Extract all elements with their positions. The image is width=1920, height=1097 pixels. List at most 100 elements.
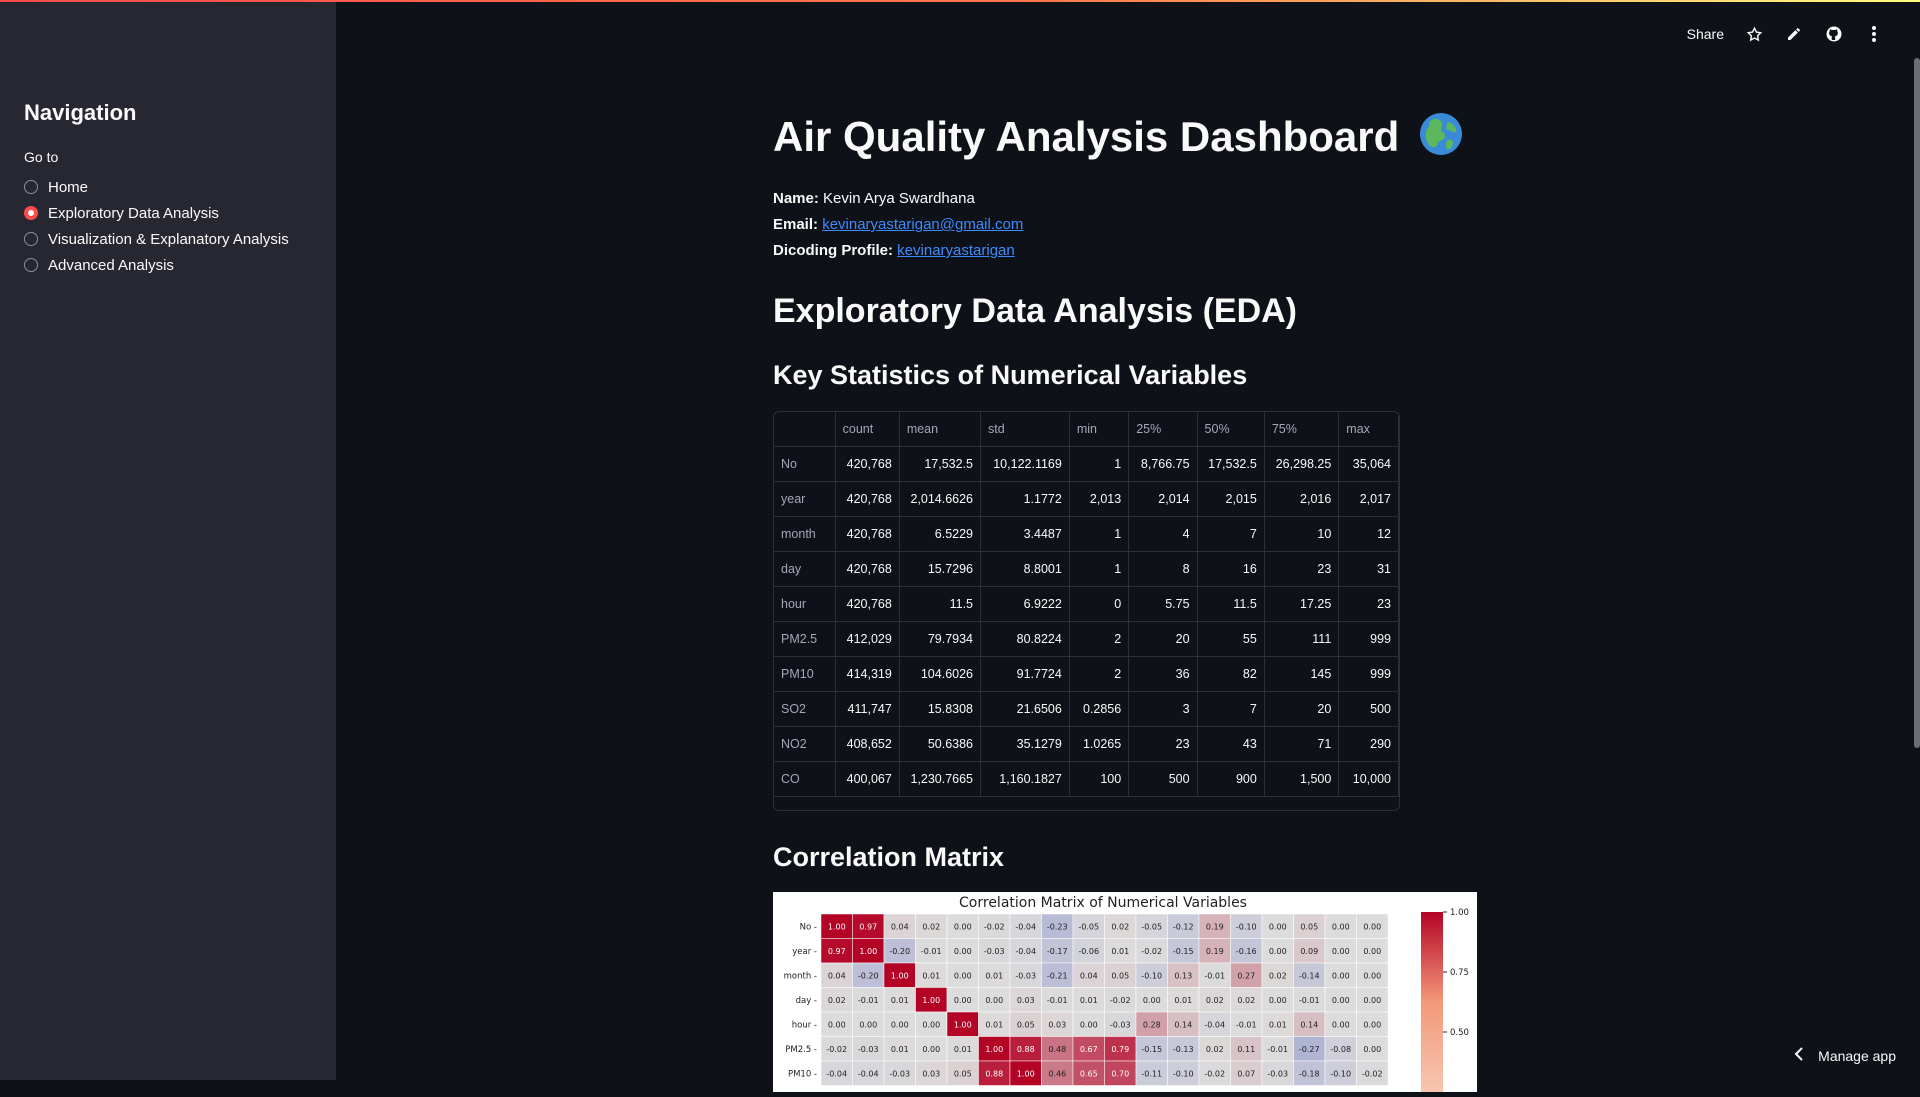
- heatmap-cell-label: -0.20: [858, 971, 879, 980]
- stats-dataframe[interactable]: count mean std min 25% 50% 75% max No 420,768 17,…: [773, 411, 1400, 811]
- radio-option[interactable]: Visualization & Explanatory Analysis: [24, 226, 289, 252]
- table-cell: 21.6506: [980, 691, 1070, 727]
- column-header[interactable]: count: [835, 412, 900, 447]
- table-cell: 2,017: [1338, 481, 1399, 517]
- column-header[interactable]: max: [1338, 412, 1399, 447]
- profile-label: Dicoding Profile:: [773, 242, 893, 259]
- radio-button-icon[interactable]: [24, 180, 38, 194]
- table-cell: 15.7296: [899, 551, 982, 587]
- manage-app-button[interactable]: Manage app: [1794, 1047, 1896, 1064]
- table-cell: 1,230.7665: [899, 761, 982, 797]
- globe-icon: [1419, 112, 1463, 161]
- column-header[interactable]: std: [980, 412, 1070, 447]
- heatmap-cell-label: 0.27: [1237, 971, 1255, 980]
- heatmap-cell-label: -0.17: [1047, 947, 1068, 956]
- table-cell: 15.8308: [899, 691, 982, 727]
- radio-button-icon[interactable]: [24, 206, 38, 220]
- radio-option[interactable]: Exploratory Data Analysis: [24, 200, 289, 226]
- heatmap-cell-label: 0.00: [1363, 1020, 1381, 1029]
- column-header[interactable]: 75%: [1264, 412, 1340, 447]
- table-cell: 80.8224: [980, 621, 1070, 657]
- heatmap-cell-label: -0.02: [1110, 996, 1131, 1005]
- radio-button-icon[interactable]: [24, 258, 38, 272]
- table-header-row: count mean std min 25% 50% 75% max: [774, 412, 1399, 447]
- table-cell: 420,768: [835, 446, 900, 482]
- heatmap-cell-label: 0.00: [1080, 1020, 1098, 1029]
- heatmap-cell-label: -0.03: [1015, 971, 1036, 980]
- email-link[interactable]: kevinaryastarigan@gmail.com: [822, 216, 1023, 233]
- column-header[interactable]: [774, 412, 836, 447]
- column-header[interactable]: min: [1069, 412, 1130, 447]
- column-header[interactable]: 50%: [1197, 412, 1265, 447]
- name-line: Name: Kevin Arya Swardhana: [773, 186, 1023, 212]
- table-cell: 7: [1197, 691, 1265, 727]
- heatmap-cell-label: 0.02: [828, 996, 846, 1005]
- heatmap-cell-label: 0.00: [859, 1020, 877, 1029]
- table-cell: 999: [1338, 656, 1399, 692]
- heatmap-cell-label: 0.00: [1363, 1045, 1381, 1054]
- edit-icon[interactable]: [1784, 24, 1804, 44]
- table-cell: 400,067: [835, 761, 900, 797]
- eda-heading: Exploratory Data Analysis (EDA): [773, 292, 1297, 330]
- heatmap-cell-label: 0.00: [954, 971, 972, 980]
- table-cell: 4: [1128, 516, 1198, 552]
- heatmap-cell-label: 0.00: [954, 947, 972, 956]
- heatmap-cell-label: 0.01: [1174, 996, 1192, 1005]
- profile-link[interactable]: kevinaryastarigan: [897, 242, 1015, 259]
- heatmap-cell-label: 0.28: [1143, 1020, 1161, 1029]
- table-cell: 420,768: [835, 516, 900, 552]
- heatmap-cell-label: -0.20: [889, 947, 910, 956]
- heatmap-cell-label: 0.00: [1363, 971, 1381, 980]
- radio-button-icon[interactable]: [24, 232, 38, 246]
- heatmap-cell-label: 0.03: [1048, 1020, 1066, 1029]
- heatmap-cell-label: -0.14: [1299, 971, 1320, 980]
- table-row: year 420,768 2,014.6626 1.1772 2,013 2,014 2,0…: [774, 481, 1399, 517]
- heatmap-cell-label: -0.10: [1173, 1069, 1194, 1078]
- table-cell: 17.25: [1264, 586, 1340, 622]
- table-row: hour 420,768 11.5 6.9222 0 5.75 11.5 17.25 23: [774, 586, 1399, 622]
- colorbar: [1421, 912, 1443, 1092]
- radio-option[interactable]: Home: [24, 174, 289, 200]
- heatmap-cell-label: 0.00: [1332, 971, 1350, 980]
- more-vertical-icon[interactable]: [1864, 24, 1884, 44]
- heatmap-cell-label: 0.05: [954, 1069, 972, 1078]
- heatmap-cell-label: 1.00: [859, 947, 877, 956]
- column-header[interactable]: mean: [899, 412, 982, 447]
- heatmap-cell-label: 0.97: [859, 922, 877, 931]
- table-cell: 26,298.25: [1264, 446, 1340, 482]
- heatmap-row-label: day -: [796, 996, 817, 1006]
- heatmap-cell-label: -0.08: [1330, 1045, 1351, 1054]
- heatmap-cell-label: 0.02: [1269, 971, 1287, 980]
- table-cell: 0: [1069, 586, 1130, 622]
- table-cell: 17,532.5: [899, 446, 982, 482]
- radio-option[interactable]: Advanced Analysis: [24, 252, 289, 278]
- heatmap-cell-label: -0.04: [826, 1069, 847, 1078]
- heatmap-cell-label: 0.04: [1080, 971, 1098, 980]
- heatmap-cell-label: -0.10: [1330, 1069, 1351, 1078]
- column-header[interactable]: 25%: [1128, 412, 1198, 447]
- heatmap-cell-label: -0.04: [1204, 1020, 1225, 1029]
- heatmap-cell-label: 0.01: [891, 1045, 909, 1054]
- heatmap-cell-label: 0.02: [1206, 996, 1224, 1005]
- table-cell: 35.1279: [980, 726, 1070, 762]
- heatmap-cell-label: 0.04: [828, 971, 846, 980]
- heatmap-cell-label: 0.00: [1143, 996, 1161, 1005]
- table-cell: 2,015: [1197, 481, 1265, 517]
- heatmap-cell-label: 0.01: [891, 996, 909, 1005]
- main-scrollbar[interactable]: [1914, 58, 1920, 748]
- heatmap-cell-label: 0.01: [1269, 1020, 1287, 1029]
- heatmap-cell-label: 0.46: [1048, 1069, 1066, 1078]
- table-cell: 1.0265: [1069, 726, 1130, 762]
- heatmap-cell-label: -0.04: [1015, 922, 1036, 931]
- table-cell: 8: [1128, 551, 1198, 587]
- share-button[interactable]: Share: [1687, 26, 1724, 42]
- table-cell: 2,014.6626: [899, 481, 982, 517]
- github-icon[interactable]: [1824, 24, 1844, 44]
- table-cell: 0.2856: [1069, 691, 1130, 727]
- row-label: PM2.5: [774, 621, 836, 657]
- table-cell: 2,014: [1128, 481, 1198, 517]
- table-cell: 900: [1197, 761, 1265, 797]
- correlation-heading: Correlation Matrix: [773, 842, 1005, 872]
- table-cell: 411,747: [835, 691, 900, 727]
- star-icon[interactable]: [1744, 24, 1764, 44]
